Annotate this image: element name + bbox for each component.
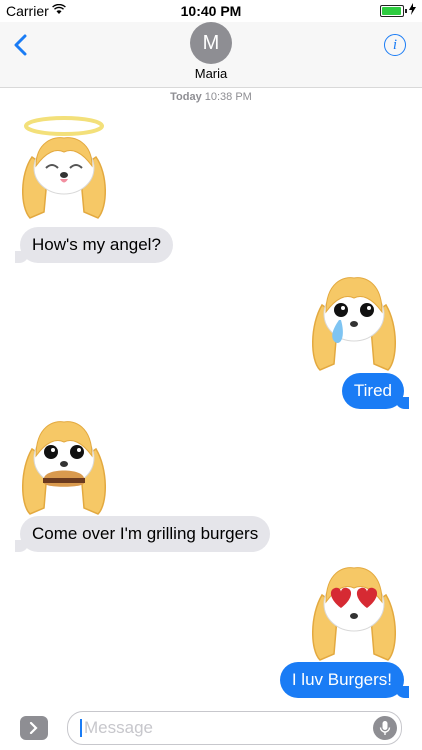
angel-dog-sticker[interactable]: [14, 112, 114, 222]
chevron-right-icon: [29, 721, 38, 735]
avatar[interactable]: M: [190, 22, 232, 64]
microphone-button[interactable]: [373, 716, 397, 740]
message-bubble-outgoing[interactable]: I luv Burgers!: [279, 662, 410, 698]
battery-icon: [380, 5, 407, 17]
text-caret: [80, 719, 82, 737]
conversation-header: M Maria i: [0, 22, 422, 88]
contact-name[interactable]: Maria: [0, 66, 422, 81]
message-placeholder: Message: [84, 718, 153, 737]
status-time: 10:40 PM: [180, 3, 242, 19]
microphone-icon: [379, 721, 391, 735]
chevron-left-icon[interactable]: [10, 34, 32, 56]
burger-dog-sticker[interactable]: [14, 414, 114, 524]
battery-fill: [382, 7, 401, 15]
message-bubble-incoming[interactable]: How's my angel?: [15, 227, 173, 263]
message-timestamp: Today 10:38 PM: [0, 91, 422, 103]
heart-eyes-dog-sticker[interactable]: [304, 560, 404, 670]
status-bar: Carrier 10:40 PM: [0, 0, 422, 22]
timestamp-day: Today: [170, 91, 202, 103]
charging-bolt-icon: [409, 3, 416, 15]
message-input[interactable]: Message: [67, 711, 402, 745]
crying-dog-sticker[interactable]: [304, 270, 404, 380]
battery-tip: [405, 9, 407, 13]
info-icon[interactable]: i: [384, 34, 406, 56]
message-bubble-outgoing[interactable]: Tired: [341, 373, 410, 409]
apps-button[interactable]: [20, 716, 48, 740]
message-bubble-incoming[interactable]: Come over I'm grilling burgers: [14, 516, 271, 552]
timestamp-time: 10:38 PM: [204, 91, 252, 103]
